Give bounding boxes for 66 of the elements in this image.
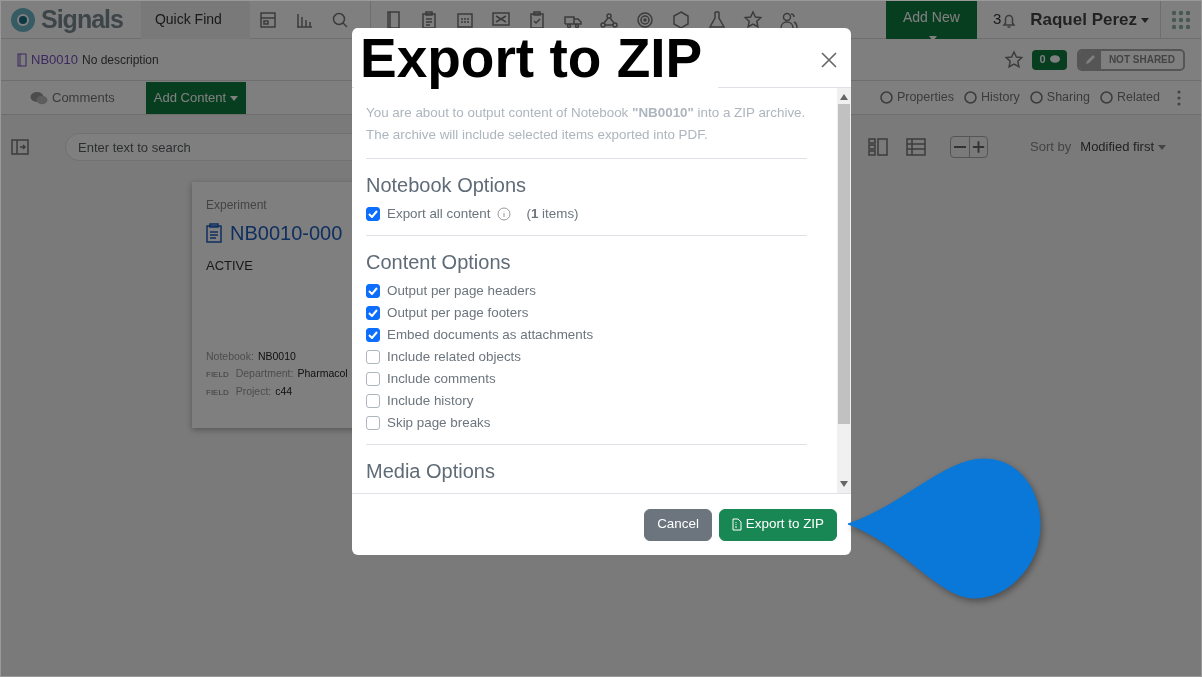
- target-icon[interactable]: [634, 9, 655, 30]
- user-menu[interactable]: Raquel Perez: [1025, 1, 1154, 40]
- card-status: ACTIVE: [206, 257, 253, 275]
- layout-icon[interactable]: [257, 9, 278, 30]
- speech-bubble-icon: [1049, 55, 1060, 64]
- notebook-icon: [17, 52, 27, 67]
- section-heading: Media Options: [366, 459, 496, 483]
- scrollbar-thumb[interactable]: [838, 104, 850, 424]
- logo-icon: [9, 5, 37, 34]
- toolbar-link[interactable]: Related: [1094, 87, 1165, 108]
- flask-icon[interactable]: [706, 9, 727, 30]
- check-icon: [368, 309, 378, 317]
- checkbox[interactable]: [366, 306, 380, 320]
- toolbar-link[interactable]: Sharing: [1024, 87, 1095, 108]
- quick-find-button[interactable]: Quick Find: [140, 1, 250, 39]
- add-new-button[interactable]: Add New: [885, 1, 977, 39]
- pencil-icon: [1078, 50, 1101, 69]
- checkbox[interactable]: [366, 284, 380, 298]
- apps-grid-icon[interactable]: [1171, 9, 1191, 30]
- comments-tab[interactable]: Comments: [17, 80, 128, 115]
- scroll-down-arrow-icon: [840, 481, 848, 487]
- field-value: c44: [275, 383, 293, 399]
- clipboard-icon: [206, 223, 222, 243]
- logo-text: Signals: [41, 3, 123, 35]
- checkbox[interactable]: [366, 207, 380, 221]
- card-title[interactable]: NB0010-000: [230, 218, 343, 248]
- toolbar-link[interactable]: Properties: [874, 87, 959, 108]
- scrollbar[interactable]: [837, 88, 851, 493]
- hexagon-icon[interactable]: [670, 9, 691, 30]
- scroll-up-arrow-icon: [840, 94, 848, 100]
- field-value: Pharmacol: [297, 365, 348, 381]
- check-icon: [368, 287, 378, 295]
- toolbar-link[interactable]: History: [958, 87, 1025, 108]
- notification-count: 3: [992, 9, 1002, 30]
- table-view-icon[interactable]: [906, 138, 927, 156]
- caret-icon: [1141, 17, 1149, 23]
- sidebar-toggle-icon[interactable]: [11, 139, 29, 155]
- star-icon[interactable]: [1004, 49, 1025, 70]
- checkbox[interactable]: [366, 350, 380, 364]
- comment-count-badge[interactable]: 0: [1032, 49, 1067, 70]
- check-icon: [368, 331, 378, 339]
- checkbox[interactable]: [366, 328, 380, 342]
- check-icon: [368, 210, 378, 218]
- sharing-badge[interactable]: NOT SHARED: [1076, 48, 1185, 71]
- notebook-description: No description: [82, 51, 159, 69]
- card-view-icon[interactable]: [868, 138, 889, 156]
- file-zip-icon: [731, 518, 742, 531]
- add-content-button[interactable]: Add Content: [145, 81, 247, 114]
- caret-icon: [1158, 145, 1166, 151]
- kebab-menu-icon[interactable]: [1177, 89, 1181, 106]
- notebook-id[interactable]: NB0010: [31, 49, 78, 70]
- sort-dropdown[interactable]: Modified first: [1071, 130, 1175, 164]
- field-value: NB0010: [257, 348, 296, 364]
- checkbox[interactable]: [366, 416, 380, 430]
- intro-text: You are about to output content of Notebook "NB0010" into a ZIP archive. The archive will include selected items exported into PDF.: [366, 102, 807, 159]
- item-count: (1 items): [526, 204, 579, 223]
- close-icon: [821, 51, 837, 68]
- export-button[interactable]: Export to ZIP: [718, 508, 837, 541]
- star-icon[interactable]: [742, 9, 763, 30]
- dialog-title: Export to ZIP: [354, 28, 719, 88]
- speech-bubbles-icon: [30, 90, 48, 105]
- checkbox[interactable]: [366, 372, 380, 386]
- checkbox[interactable]: [366, 394, 380, 408]
- cancel-button[interactable]: Cancel: [644, 508, 712, 541]
- card-type: Experiment: [206, 197, 268, 214]
- caret-icon: [230, 95, 239, 101]
